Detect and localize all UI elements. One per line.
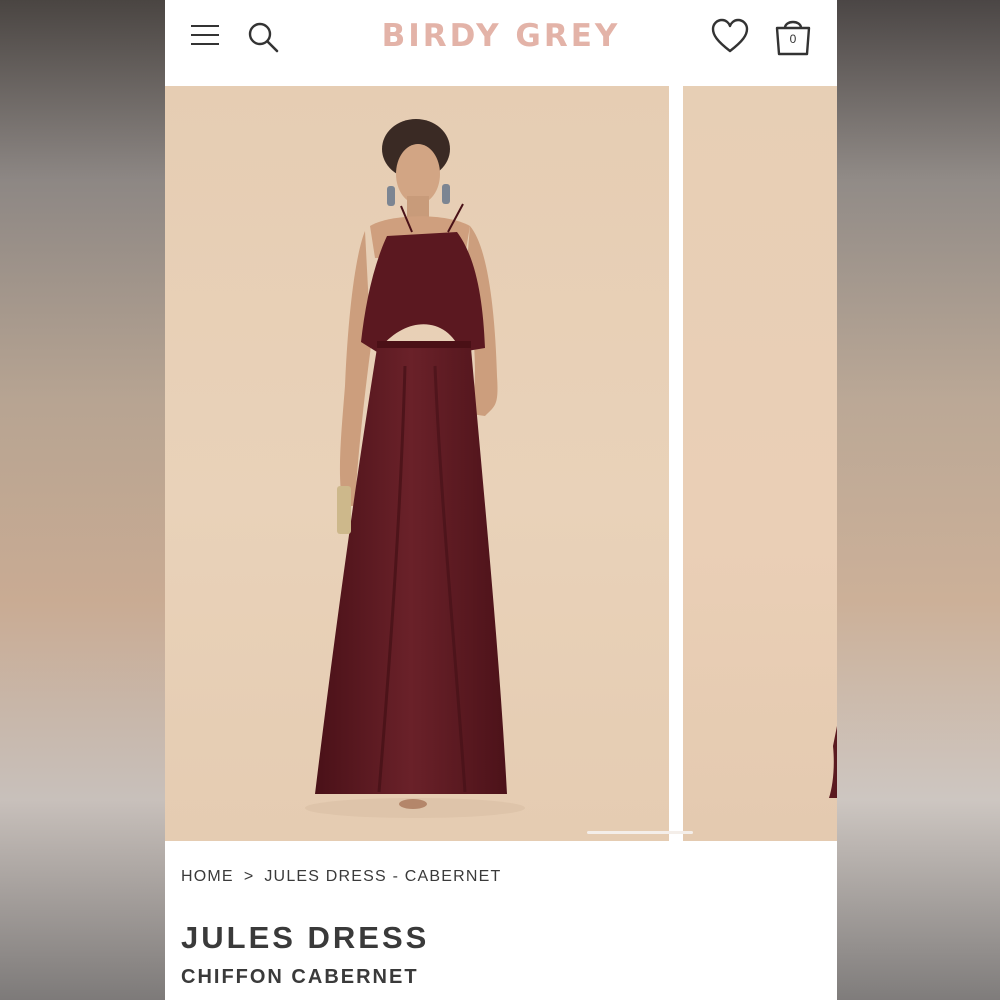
product-gallery[interactable] [165, 86, 837, 841]
model-figure-partial [829, 726, 837, 798]
phone-screen: BIRDY GREY 0 HOME > JULES DRESS - CABERN… [165, 0, 837, 1000]
product-photo-main[interactable] [165, 86, 669, 841]
blurred-backdrop-left [0, 0, 165, 1000]
breadcrumb-home[interactable]: HOME [181, 868, 234, 885]
breadcrumb-separator: > [243, 868, 255, 885]
gallery-scroll-indicator [587, 831, 693, 834]
product-subtitle: CHIFFON CABERNET [181, 966, 419, 988]
product-photo-next[interactable] [683, 86, 837, 841]
breadcrumb-current: JULES DRESS - CABERNET [264, 868, 502, 885]
shopping-bag-icon[interactable]: 0 [773, 15, 813, 57]
breadcrumb: HOME > JULES DRESS - CABERNET [181, 868, 501, 886]
cart-count: 0 [789, 32, 797, 46]
site-header: BIRDY GREY 0 [165, 0, 837, 86]
heart-icon[interactable] [711, 18, 749, 54]
blurred-backdrop-right [837, 0, 1000, 1000]
product-title: JULES DRESS [181, 920, 430, 955]
model-figure [305, 119, 525, 818]
